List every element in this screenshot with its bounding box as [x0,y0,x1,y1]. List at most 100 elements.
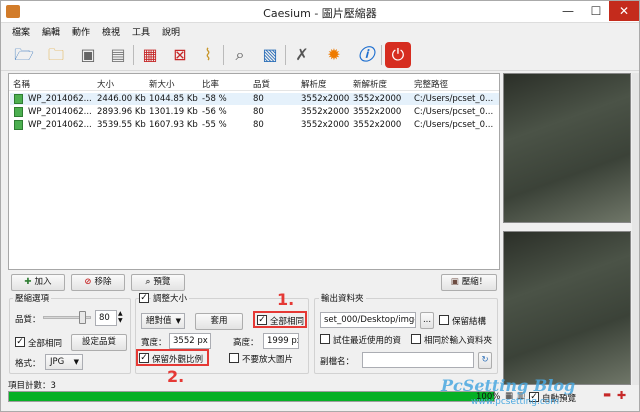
save-list-icon[interactable]: ▤ [105,42,131,68]
toolbar-separator [285,45,286,65]
search-icon[interactable]: ⌕ [227,42,253,68]
cell-resolution: 3552x2000 [301,94,350,104]
table-row[interactable]: WP_2014062... 2446.00 Kb 1044.85 Kb -58 … [10,93,499,105]
preview-scrollbar[interactable] [632,73,639,385]
cell-name: WP_2014062... [28,120,92,130]
cell-path: C:/Users/pcset_0... [414,94,494,104]
cell-quality: 80 [253,107,264,117]
cell-ratio: -55 % [202,120,227,130]
table-row[interactable]: WP_2014062... 3539.55 Kb 1607.93 Kb -55 … [10,119,499,131]
last-used-folder-label: 試住最近使用的資 [333,336,402,346]
cell-ratio: -56 % [202,107,227,117]
maximize-icon[interactable]: ☐ [582,1,610,21]
cell-size: 3539.55 Kb [97,120,146,130]
menu-view[interactable]: 檢視 [102,25,120,38]
file-list[interactable]: 名稱 大小 新大小 比率 品質 解析度 新解析度 完整路徑 WP_2014062… [8,73,500,270]
column-header-resolution[interactable]: 解析度 [301,78,327,90]
watermark-brand: PcSetting Blog [441,376,576,395]
toolbar: 🗁 🗀 ▣ ▤ ▦ ⊠ ⌇ ⌕ ▧ ✗ ✹ ⓘ ⏻ [1,39,639,71]
preview-image-icon[interactable]: ▧ [257,42,283,68]
cell-new-resolution: 3552x2000 [353,107,402,117]
keep-structure-checkbox[interactable] [439,315,449,325]
menu-action[interactable]: 動作 [72,25,90,38]
menu-help[interactable]: 說明 [162,25,180,38]
resize-mode-select[interactable]: 絕對值 ▼ [141,313,185,329]
info-icon[interactable]: ⓘ [353,42,379,68]
column-header-name[interactable]: 名稱 [13,78,30,90]
menu-edit[interactable]: 編輯 [42,25,60,38]
quality-slider-handle[interactable] [79,311,86,324]
column-header-new-size[interactable]: 新大小 [149,78,175,90]
zoom-in-icon[interactable]: ✚ [617,389,626,402]
item-count: 項目計數：3 [8,381,56,391]
toolbar-separator [381,45,382,65]
broom-icon[interactable]: ⌇ [195,42,221,68]
app-window: Caesium - 圖片壓縮器 — ☐ ✕ 檔案 編輯 動作 檢視 工具 說明 … [0,0,640,412]
output-folder-input[interactable]: set_000/Desktop/img-new [320,312,416,328]
compression-options-title: 壓縮選項 [13,292,52,304]
height-label: 高度： [233,338,259,348]
keep-structure-label: 保留結構 [452,317,487,327]
minimize-icon[interactable]: — [554,1,582,21]
open-icon[interactable]: 🗁 [11,42,37,68]
same-as-input-checkbox[interactable] [411,334,421,344]
column-header-ratio[interactable]: 比率 [202,78,219,90]
tools-icon[interactable]: ✗ [289,42,315,68]
clear-list-icon[interactable]: ⊠ [167,42,193,68]
browse-button[interactable]: ... [420,312,434,329]
column-header-size[interactable]: 大小 [97,78,114,90]
preview-button[interactable]: ⌕ 預覽 [131,274,185,291]
title-bar: Caesium - 圖片壓縮器 — ☐ ✕ [1,1,639,23]
suffix-input[interactable] [362,352,474,368]
last-used-folder-checkbox[interactable] [320,334,330,344]
remove-icon: ⊘ [84,277,92,287]
chevron-down-icon: ▼ [73,358,79,366]
column-header-full-path[interactable]: 完整路徑 [414,78,448,90]
remove-item-icon[interactable]: ▦ [137,42,163,68]
refresh-icon[interactable]: ↻ [478,352,492,369]
add-button[interactable]: ✚ 加入 [11,274,65,291]
cell-new-resolution: 3552x2000 [353,94,402,104]
cell-name: WP_2014062... [28,107,92,117]
no-enlarge-checkbox[interactable] [229,353,239,363]
resize-title: 調整大小 [151,292,190,304]
save-icon[interactable]: ▣ [75,42,101,68]
width-input[interactable]: 3552 px [169,333,211,349]
watermark-url: www.pcsetting.com [471,397,560,407]
zoom-out-icon[interactable]: ▬ [603,390,611,400]
add-icon: ✚ [24,277,32,287]
compress-button[interactable]: ▣ 壓縮！ [441,274,497,291]
compressed-image-preview [503,231,631,385]
window-title: Caesium - 圖片壓縮器 [263,7,377,20]
cell-quality: 80 [253,120,264,130]
cell-name: WP_2014062... [28,94,92,104]
progress-bar [8,391,495,402]
cell-resolution: 3552x2000 [301,120,350,130]
annotation-box-same-for-all [253,311,307,328]
format-select[interactable]: JPG ▼ [45,354,83,370]
power-icon[interactable]: ⏻ [385,42,411,68]
image-file-icon [14,94,23,104]
resize-checkbox[interactable]: ✓ [139,293,149,303]
remove-button[interactable]: ⊘ 移除 [71,274,125,291]
column-header-new-resolution[interactable]: 新解析度 [353,78,387,90]
annotation-box-keep-ratio [136,349,209,366]
set-quality-button[interactable]: 設定品質 [71,334,127,351]
toolbar-separator [223,45,224,65]
cell-quality: 80 [253,94,264,104]
open-folder-icon[interactable]: 🗀 [43,42,69,68]
table-row[interactable]: WP_2014062... 2893.96 Kb 1301.19 Kb -56 … [10,106,499,118]
menu-tools[interactable]: 工具 [132,25,150,38]
image-file-icon [14,120,23,130]
original-image-preview [503,73,631,223]
apply-button[interactable]: 套用 [195,313,243,330]
height-input[interactable]: 1999 px [263,333,299,349]
cell-new-size: 1607.93 Kb [149,120,198,130]
close-icon[interactable]: ✕ [609,1,639,21]
menu-file[interactable]: 檔案 [12,25,30,38]
settings-gear-icon[interactable]: ✹ [321,42,347,68]
column-header-quality[interactable]: 品質 [253,78,270,90]
quality-input[interactable]: 80 [95,310,117,326]
quality-spinner-icon[interactable]: ▲ ▼ [118,310,123,324]
quality-same-for-all-checkbox[interactable]: ✓ [15,337,25,347]
